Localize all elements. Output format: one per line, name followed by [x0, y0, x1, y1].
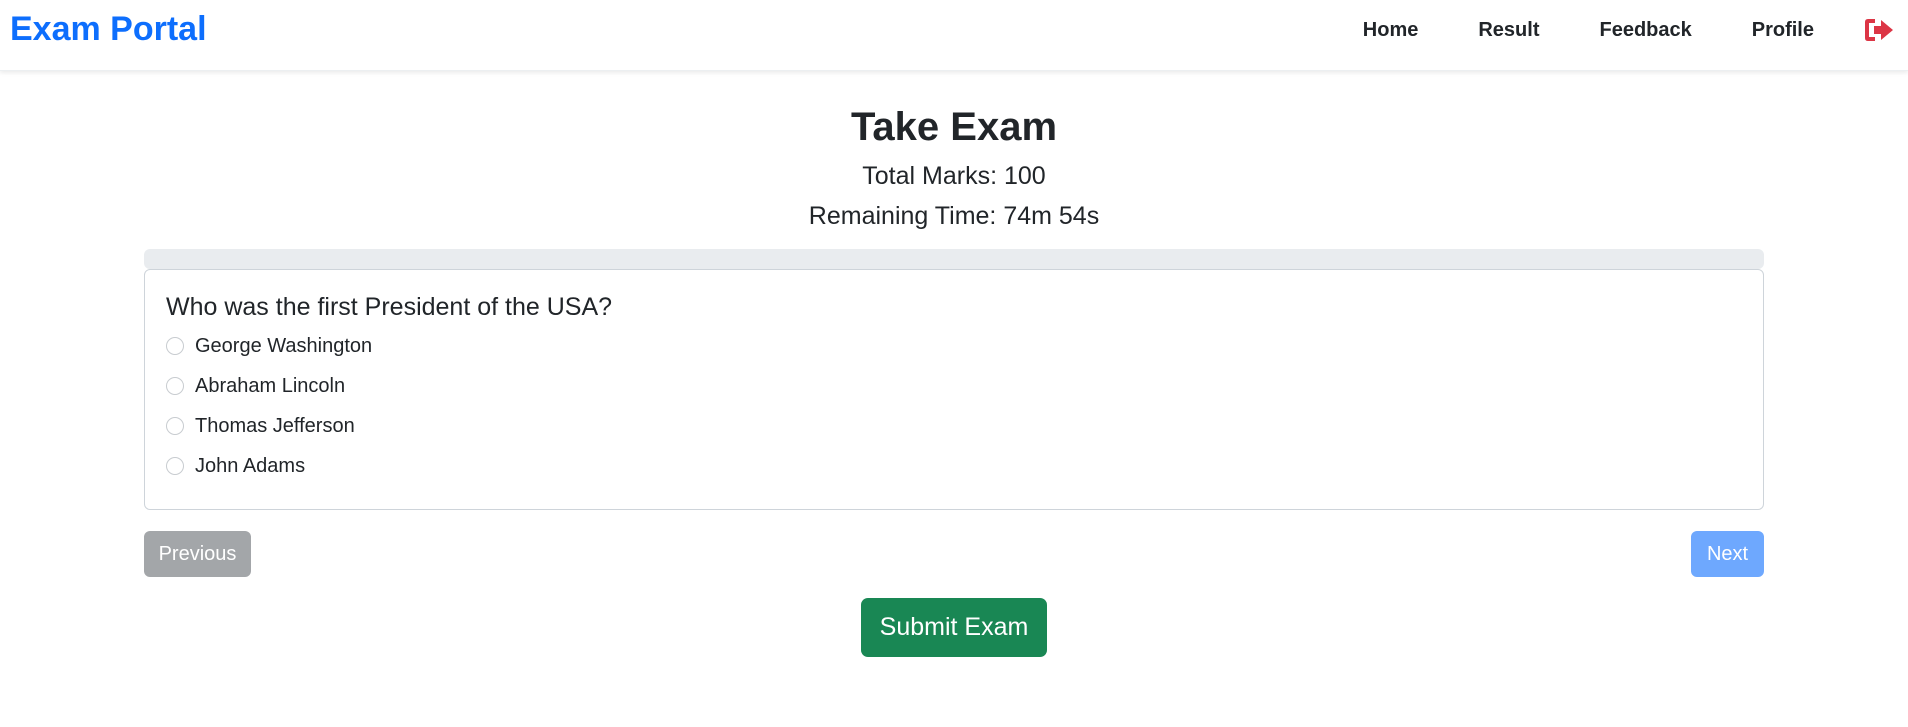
option-label: John Adams [195, 455, 306, 477]
option-abraham-lincoln[interactable]: Abraham Lincoln [166, 372, 345, 400]
page-title: Take Exam [850, 105, 1058, 149]
nav-links: Home Result Feedback Profile [1363, 0, 1894, 60]
option-thomas-jefferson[interactable]: Thomas Jefferson [166, 412, 355, 440]
next-button[interactable]: Next [1691, 531, 1764, 577]
option-label: George Washington [195, 335, 373, 357]
question-text: Who was the first President of the USA? [166, 293, 613, 321]
nav-link-feedback[interactable]: Feedback [1599, 0, 1691, 60]
option-label: Thomas Jefferson [195, 415, 355, 437]
question-card: Who was the first President of the USA? … [144, 269, 1764, 510]
logout-arrow-icon [1865, 19, 1893, 41]
exam-progress-bar [144, 249, 1764, 269]
logout-icon[interactable] [1864, 15, 1894, 45]
nav-link-home[interactable]: Home [1363, 0, 1419, 60]
submit-exam-button[interactable]: Submit Exam [861, 598, 1047, 657]
previous-button[interactable]: Previous [144, 531, 251, 577]
total-marks: Total Marks: 100 [862, 162, 1046, 190]
option-george-washington[interactable]: George Washington [166, 332, 372, 360]
navbar: Exam Portal Home Result Feedback Profile [0, 0, 1908, 71]
radio-button[interactable] [166, 377, 184, 395]
exam-header: Take Exam Total Marks: 100 Remaining Tim… [0, 100, 1908, 236]
option-john-adams[interactable]: John Adams [166, 452, 305, 480]
remaining-time: Remaining Time: 74m 54s [808, 202, 1100, 230]
nav-link-result[interactable]: Result [1478, 0, 1539, 60]
nav-link-profile[interactable]: Profile [1752, 0, 1814, 60]
radio-button[interactable] [166, 457, 184, 475]
brand-logo[interactable]: Exam Portal [10, 8, 207, 50]
option-label: Abraham Lincoln [195, 375, 346, 397]
radio-button[interactable] [166, 417, 184, 435]
radio-button[interactable] [166, 337, 184, 355]
